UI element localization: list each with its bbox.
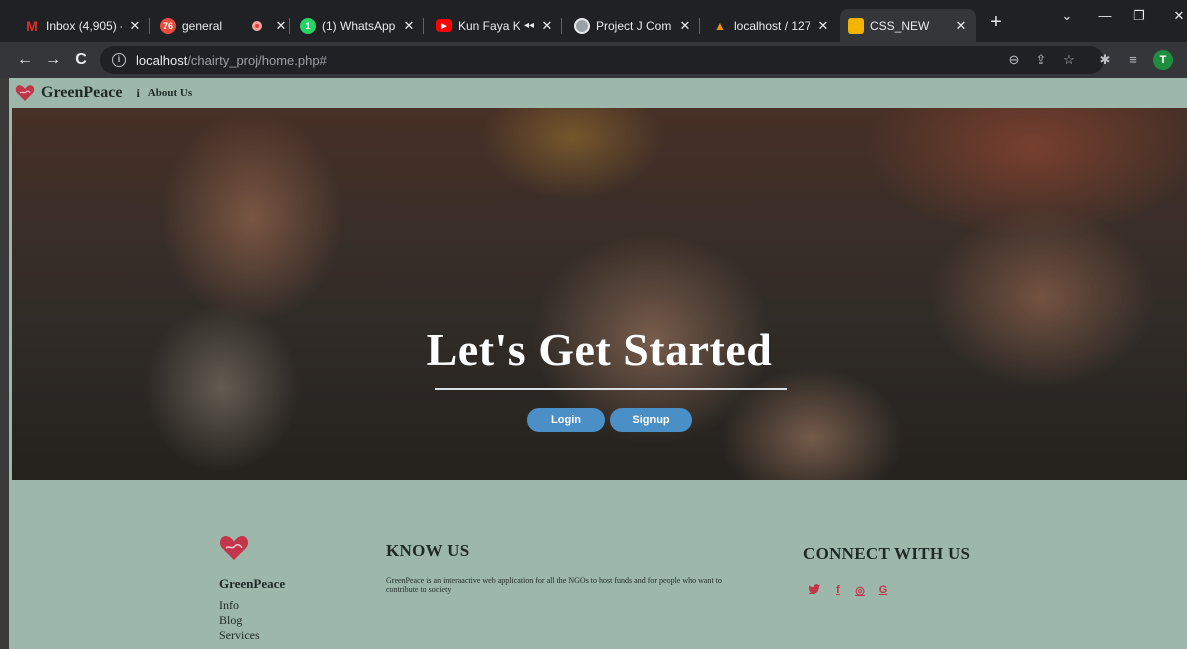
tab-title: Inbox (4,905) - ta — [46, 18, 122, 33]
back-icon[interactable]: ← — [14, 49, 36, 71]
reading-list-icon[interactable]: ≡ — [1124, 51, 1142, 69]
site-info-icon[interactable]: i — [112, 53, 126, 67]
browser-toolbar: ← → C i localhost/chairty_proj/home.php#… — [0, 42, 1187, 78]
zoom-icon[interactable]: ⊖ — [1005, 51, 1023, 69]
tab-project[interactable]: Project J Compo ✕ — [566, 9, 700, 42]
gmail-icon: M — [26, 17, 38, 34]
address-path: /chairty_proj/home.php# — [187, 52, 327, 68]
forward-icon[interactable]: → — [42, 49, 64, 71]
close-icon[interactable]: ✕ — [816, 18, 830, 34]
tab-title: (1) WhatsApp — [322, 18, 396, 33]
brand-name[interactable]: GreenPeace — [41, 84, 122, 102]
audio-icon[interactable]: ◂◂ — [524, 20, 534, 31]
share-icon[interactable]: ⇪ — [1032, 51, 1050, 69]
chat-icon: 76 — [160, 17, 176, 34]
close-icon[interactable]: ✕ — [274, 18, 288, 34]
footer-link-services[interactable]: Services — [219, 628, 260, 643]
minimize-icon[interactable]: — — [1090, 8, 1120, 23]
close-window-icon[interactable]: ✕ — [1164, 8, 1187, 24]
login-button[interactable]: Login — [527, 408, 605, 432]
bookmark-star-icon[interactable]: ☆ — [1060, 51, 1078, 69]
close-icon[interactable]: ✕ — [678, 18, 692, 34]
info-icon: i — [136, 85, 140, 100]
signup-button[interactable]: Signup — [610, 408, 692, 432]
globe-icon — [574, 17, 590, 34]
profile-avatar[interactable]: T — [1153, 50, 1173, 70]
reload-icon[interactable]: C — [70, 49, 92, 71]
tab-youtube[interactable]: ▶ Kun Faya Kun ◂◂ ✕ — [428, 9, 562, 42]
tab-gmail[interactable]: M Inbox (4,905) - ta ✕ — [16, 9, 150, 42]
instagram-icon[interactable]: ◎ — [852, 584, 868, 597]
nav-about-label: About Us — [147, 87, 193, 99]
address-host: localhost — [136, 52, 188, 68]
whatsapp-icon: 1 — [300, 17, 316, 34]
site-footer: GreenPeace Info Blog Services KNOW US Gr… — [9, 480, 1187, 649]
heart-logo-icon — [219, 536, 249, 560]
footer-link-blog[interactable]: Blog — [219, 613, 242, 628]
tab-phpmyadmin[interactable]: ▲ localhost / 127.0. ✕ — [704, 9, 838, 42]
browser-tab-strip: M Inbox (4,905) - ta ✕ 76 general ✕ 1 (1… — [0, 0, 1187, 42]
youtube-icon: ▶ — [436, 19, 452, 32]
address-bar[interactable]: i localhost/chairty_proj/home.php# — [100, 46, 1104, 74]
new-tab-button[interactable]: + — [984, 11, 1008, 35]
tab-title: general — [182, 18, 223, 33]
tab-title: Kun Faya Kun — [458, 18, 520, 33]
hero-banner: Let's Get Started Login Signup — [12, 108, 1187, 480]
tab-general[interactable]: 76 general — [152, 9, 232, 42]
facebook-icon[interactable]: f — [830, 584, 846, 596]
site-navbar: GreenPeace i About Us — [9, 78, 1187, 108]
page-viewport: GreenPeace i About Us Let's Get Started … — [0, 78, 1187, 649]
record-icon — [252, 20, 262, 31]
footer-brand: GreenPeace — [219, 576, 286, 591]
tab-title: Project J Compo — [596, 18, 672, 33]
tab-css-new[interactable]: CSS_NEW ✕ — [840, 9, 976, 42]
tab-search-icon[interactable]: ⌄ — [1052, 8, 1082, 24]
sheets-icon — [848, 17, 864, 34]
restore-icon[interactable]: ❐ — [1124, 8, 1154, 24]
heart-logo-icon[interactable] — [15, 84, 35, 102]
know-us-text: GreenPeace is an interaactive web applic… — [386, 576, 722, 594]
extensions-icon[interactable]: ✱ — [1096, 51, 1114, 69]
tab-title: CSS_NEW — [870, 18, 930, 33]
close-icon[interactable]: ✕ — [128, 18, 142, 34]
twitter-icon[interactable] — [806, 584, 822, 597]
phpmyadmin-icon: ▲ — [714, 18, 726, 33]
connect-heading: CONNECT WITH US — [803, 544, 971, 563]
close-icon[interactable]: ✕ — [954, 18, 968, 34]
nav-about-us[interactable]: i About Us — [136, 86, 192, 101]
hero-title: Let's Get Started — [426, 324, 773, 375]
google-icon[interactable]: G — [875, 584, 891, 596]
tab-title: localhost / 127.0. — [734, 18, 810, 33]
close-icon[interactable]: ✕ — [540, 18, 554, 34]
tab-recording[interactable]: ✕ — [244, 9, 290, 42]
tab-whatsapp[interactable]: 1 (1) WhatsApp ✕ — [292, 9, 424, 42]
footer-link-info[interactable]: Info — [219, 598, 239, 613]
close-icon[interactable]: ✕ — [402, 18, 416, 34]
know-us-heading: KNOW US — [386, 541, 470, 560]
hero-divider — [435, 388, 787, 390]
